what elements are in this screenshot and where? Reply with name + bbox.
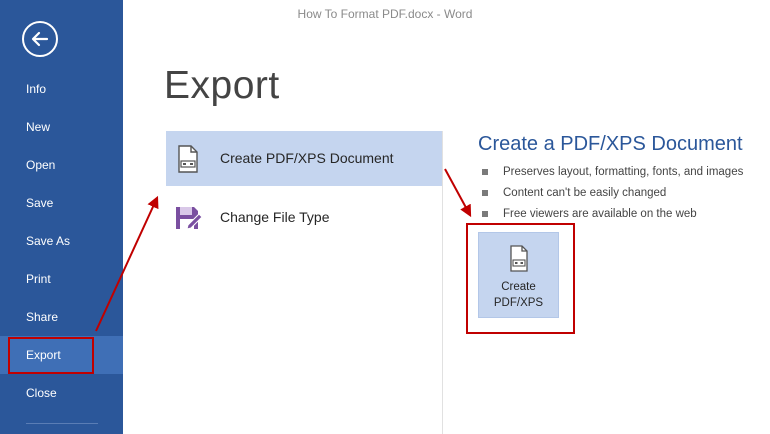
annotation-box-create-button <box>466 223 575 334</box>
option-label: Create PDF/XPS Document <box>220 150 394 166</box>
option-label: Change File Type <box>220 209 330 225</box>
sidebar-item-close[interactable]: Close <box>0 374 123 412</box>
detail-title: Create a PDF/XPS Document <box>478 133 743 155</box>
options-divider <box>442 131 443 434</box>
option-create-pdf-xps[interactable]: Create PDF/XPS Document <box>166 131 442 186</box>
back-arrow-icon <box>31 31 49 47</box>
sidebar-divider <box>26 423 98 424</box>
back-button[interactable] <box>22 21 58 57</box>
pdf-document-icon <box>178 145 198 173</box>
file-type-icon <box>176 207 202 230</box>
sidebar-item-info[interactable]: Info <box>0 70 123 108</box>
window-title: How To Format PDF.docx - Word <box>297 7 473 21</box>
sidebar-item-new[interactable]: New <box>0 108 123 146</box>
sidebar-item-print[interactable]: Print <box>0 260 123 298</box>
bullet-icon <box>482 169 488 175</box>
sidebar-item-open[interactable]: Open <box>0 146 123 184</box>
annotation-arrow <box>444 168 472 218</box>
bullet-icon <box>482 190 488 196</box>
option-change-file-type[interactable]: Change File Type <box>166 190 442 245</box>
annotation-box-export <box>8 337 94 374</box>
sidebar-item-save[interactable]: Save <box>0 184 123 222</box>
sidebar-item-save-as[interactable]: Save As <box>0 222 123 260</box>
page-title: Export <box>164 64 280 107</box>
sidebar-item-share[interactable]: Share <box>0 298 123 336</box>
bullet-icon <box>482 211 488 217</box>
